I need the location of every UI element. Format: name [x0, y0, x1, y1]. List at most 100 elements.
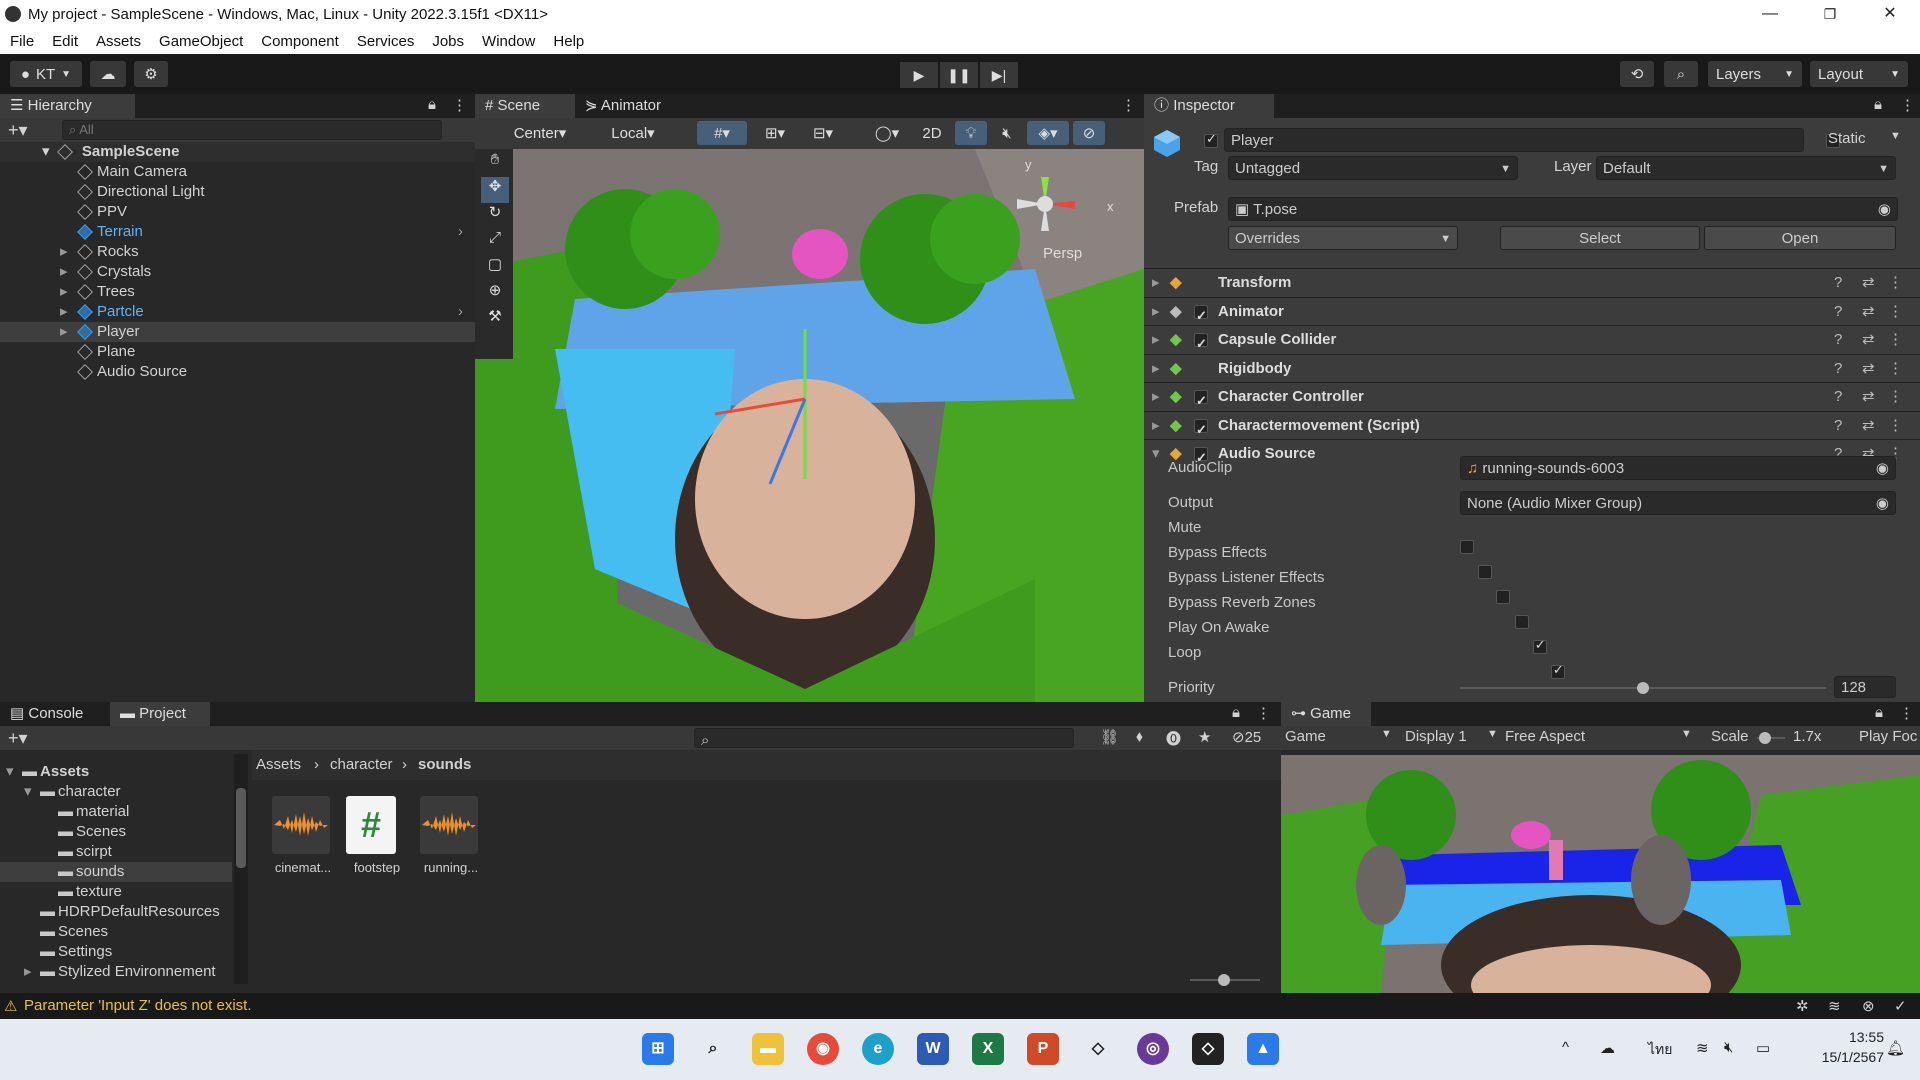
perspective-label[interactable]: Persp: [1043, 245, 1082, 262]
chevron-right-icon[interactable]: ▸: [60, 242, 68, 262]
transform-tool-icon[interactable]: ⊕: [481, 281, 509, 307]
tree-scrollbar[interactable]: [234, 754, 248, 984]
component-header[interactable]: ▸ ◆ Charactermovement (Script)? ⇄ ⋮: [1144, 410, 1920, 444]
stack-icon[interactable]: ≋: [1828, 997, 1841, 1015]
priority-slider[interactable]: [1460, 682, 1826, 694]
select-button[interactable]: Select: [1500, 226, 1700, 250]
tab-game[interactable]: ⊶ Game: [1281, 702, 1371, 726]
folder-tree-item[interactable]: ▬ Scenes: [0, 922, 232, 942]
layout-dropdown[interactable]: Layout ▼: [1810, 61, 1908, 87]
more-icon[interactable]: ⋮: [1888, 383, 1903, 411]
menu-component[interactable]: Component: [261, 33, 339, 50]
hierarchy-item[interactable]: ▸ Crystals: [0, 262, 475, 282]
help-icon[interactable]: ?: [1834, 383, 1842, 411]
history-button[interactable]: ⟲: [1620, 61, 1654, 87]
asset-item[interactable]: running...: [416, 794, 486, 894]
tag-dropdown[interactable]: Untagged ▼: [1228, 156, 1518, 180]
scale-slider[interactable]: [1757, 732, 1785, 744]
component-header[interactable]: ▸ ◆ Transform? ⇄ ⋮: [1144, 268, 1920, 296]
loop-checkbox[interactable]: [1550, 662, 1565, 680]
tab-animator[interactable]: ⋟ Animator: [575, 94, 685, 118]
step-button[interactable]: ▶|: [980, 62, 1018, 88]
debug-icon[interactable]: ✲: [1796, 997, 1809, 1015]
clock-date[interactable]: 15/1/2567: [1794, 1049, 1884, 1065]
tag-icon[interactable]: ⬧: [1136, 728, 1143, 745]
language-indicator[interactable]: ไทย: [1648, 1039, 1672, 1061]
grid-snap-button[interactable]: #▾: [697, 121, 747, 145]
folder-tree-item[interactable]: ▬ sounds: [0, 862, 232, 882]
chevron-right-icon[interactable]: ▸: [1152, 269, 1160, 297]
tab-project[interactable]: ▬ Project: [110, 702, 210, 726]
battery-icon[interactable]: ▭: [1756, 1039, 1770, 1057]
menu-help[interactable]: Help: [553, 33, 584, 50]
chevron-right-icon[interactable]: ▸: [1152, 326, 1160, 354]
more-icon[interactable]: ⋮: [1888, 326, 1903, 354]
tab-inspector[interactable]: ⓘ Inspector: [1144, 94, 1274, 118]
unity-icon[interactable]: ◇: [1192, 1033, 1224, 1065]
cloud-sync-icon[interactable]: ☁: [1600, 1039, 1615, 1057]
preset-icon[interactable]: ⇄: [1862, 383, 1875, 411]
layer-dropdown[interactable]: Default ▼: [1596, 156, 1896, 180]
hierarchy-item[interactable]: Plane: [0, 342, 475, 362]
network-off-icon[interactable]: ⊗: [1862, 997, 1875, 1015]
github-icon[interactable]: ◎: [1137, 1033, 1169, 1065]
hierarchy-item[interactable]: Directional Light: [0, 182, 475, 202]
lock-icon[interactable]: 🔒︎: [1232, 704, 1240, 721]
component-enabled-checkbox[interactable]: [1194, 387, 1208, 415]
folder-tree-item[interactable]: ▬ texture: [0, 882, 232, 902]
hierarchy-item[interactable]: ▸ Rocks: [0, 242, 475, 262]
asset-item[interactable]: cinemat...: [268, 794, 338, 894]
breadcrumb-sounds[interactable]: sounds: [418, 756, 471, 773]
menu-jobs[interactable]: Jobs: [432, 33, 464, 50]
help-icon[interactable]: ?: [1834, 298, 1842, 326]
hierarchy-item[interactable]: Audio Source: [0, 362, 475, 382]
collab-button[interactable]: ⚙: [134, 61, 168, 87]
chevron-down-icon[interactable]: ▾: [24, 782, 32, 802]
menu-edit[interactable]: Edit: [52, 33, 78, 50]
chevron-right-icon[interactable]: ›: [458, 302, 463, 322]
account-dropdown[interactable]: ● KT ▼: [10, 61, 82, 87]
bypass-listener-checkbox[interactable]: [1496, 590, 1511, 605]
preset-icon[interactable]: ⇄: [1862, 412, 1875, 440]
star-icon[interactable]: ★: [1198, 728, 1211, 746]
audioclip-field[interactable]: ♫ running-sounds-6003 ◉: [1460, 456, 1896, 480]
folder-tree-item[interactable]: ▬ HDRPDefaultResources: [0, 902, 232, 922]
breadcrumb-character[interactable]: character: [330, 756, 393, 773]
pause-button[interactable]: ❚❚: [940, 62, 978, 88]
visibility-button[interactable]: ⊘: [1073, 121, 1105, 145]
menu-services[interactable]: Services: [357, 33, 415, 50]
tab-hierarchy[interactable]: ☰ Hierarchy: [0, 94, 135, 118]
lighting-button[interactable]: 💡︎: [955, 121, 987, 145]
pivot-dropdown[interactable]: Center ▾: [495, 121, 585, 145]
icon-size-slider-handle[interactable]: [1218, 974, 1230, 986]
hierarchy-item[interactable]: PPV: [0, 202, 475, 222]
folder-tree-item[interactable]: ▬ Scenes: [0, 822, 232, 842]
shading-mode-button[interactable]: ◯▾: [865, 121, 909, 145]
custom-tool-icon[interactable]: ⚒: [481, 307, 509, 333]
search-icon[interactable]: ⌕: [697, 1033, 729, 1065]
game-view-dropdown[interactable]: Game ▼: [1285, 728, 1395, 745]
more-icon[interactable]: ⋮: [1256, 704, 1271, 722]
preset-icon[interactable]: ⇄: [1862, 269, 1875, 297]
menu-window[interactable]: Window: [482, 33, 535, 50]
component-enabled-checkbox[interactable]: [1194, 330, 1208, 358]
scene-row[interactable]: ▾ SampleScene: [0, 142, 475, 162]
lock-icon[interactable]: 🔒︎: [1874, 96, 1882, 113]
space-dropdown[interactable]: Local ▾: [593, 121, 673, 145]
more-icon[interactable]: ⋮: [1899, 704, 1914, 722]
notification-icon[interactable]: 🔔︎: [1886, 1039, 1905, 1057]
scale-slider-handle[interactable]: [1759, 732, 1771, 744]
warning-icon[interactable]: ⓿: [1166, 728, 1181, 749]
display-dropdown[interactable]: Display 1 ▼: [1405, 728, 1501, 745]
chevron-right-icon[interactable]: ▸: [1152, 412, 1160, 440]
priority-input[interactable]: 128: [1834, 676, 1896, 698]
scene-viewport[interactable]: y x Persp ✋︎ ✥ ↻ ⤢ ▢ ⊕ ⚒: [475, 149, 1144, 702]
chevron-down-icon[interactable]: ▾: [6, 762, 14, 782]
lock-icon[interactable]: 🔒︎: [428, 96, 436, 113]
status-message[interactable]: Parameter 'Input Z' does not exist.: [24, 997, 252, 1014]
asset-item[interactable]: # footstep: [342, 794, 412, 894]
more-icon[interactable]: ⋮: [1888, 412, 1903, 440]
unity-hub-icon[interactable]: ◇: [1082, 1033, 1114, 1065]
add-icon[interactable]: +▾: [8, 728, 28, 749]
preset-icon[interactable]: ⇄: [1862, 298, 1875, 326]
